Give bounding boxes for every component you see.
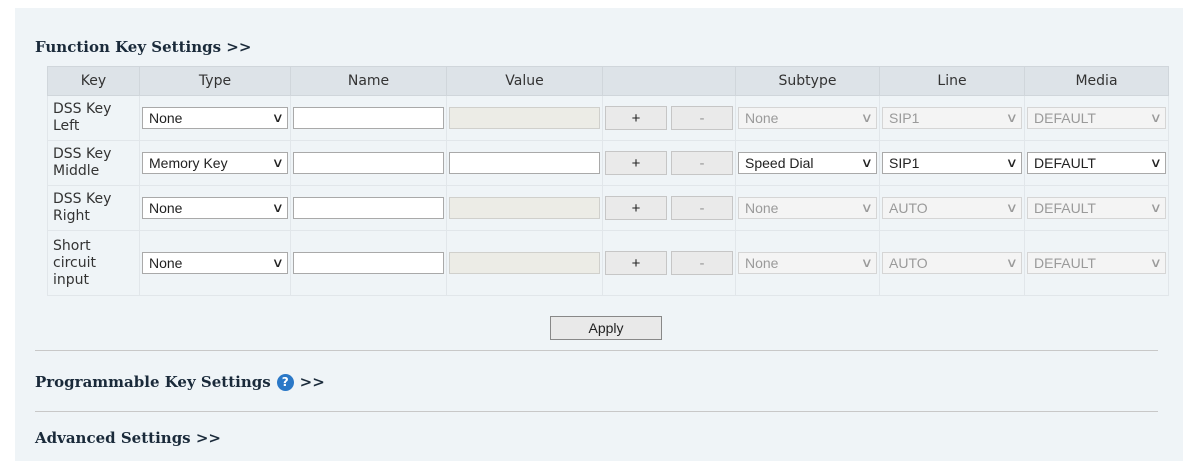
table-row: DSS Key Left None ∨ + - None ∨ SIP1 ∨ DE…: [47, 95, 1169, 141]
chevron-down-icon: ∨: [1006, 255, 1019, 270]
subtype-select[interactable]: Speed Dial ∨: [738, 152, 877, 174]
chevron-down-icon: ∨: [1006, 200, 1019, 215]
add-button[interactable]: +: [605, 196, 667, 220]
value-input[interactable]: [449, 152, 600, 174]
remove-button[interactable]: -: [671, 251, 733, 275]
header-actions: [602, 66, 736, 96]
value-input: [449, 252, 600, 274]
add-button[interactable]: +: [605, 106, 667, 130]
chevron-down-icon: ∨: [1150, 155, 1163, 170]
key-label: DSS Key Middle: [53, 146, 112, 179]
chevron-down-icon: ∨: [861, 255, 874, 270]
key-label: Short circuit input: [53, 237, 96, 288]
programmable-key-settings-title[interactable]: Programmable Key Settings ? >>: [35, 373, 325, 391]
chevron-down-icon: ∨: [272, 255, 285, 270]
chevron-down-icon: ∨: [1006, 155, 1019, 170]
name-input[interactable]: [293, 107, 444, 129]
subtype-select: None ∨: [738, 252, 877, 274]
table-row: DSS Key Middle Memory Key ∨ + - Speed Di…: [47, 140, 1169, 186]
add-button[interactable]: +: [605, 151, 667, 175]
line-select: AUTO ∨: [882, 252, 1022, 274]
remove-button[interactable]: -: [671, 106, 733, 130]
chevron-down-icon: ∨: [272, 110, 285, 125]
table-header-row: Key Type Name Value Subtype Line Media: [47, 66, 1169, 96]
header-type: Type: [139, 66, 291, 96]
line-select: SIP1 ∨: [882, 107, 1022, 129]
header-subtype: Subtype: [735, 66, 880, 96]
function-key-settings-title[interactable]: Function Key Settings >>: [35, 38, 251, 56]
key-label: DSS Key Left: [53, 101, 112, 134]
advanced-settings-title[interactable]: Advanced Settings >>: [35, 429, 221, 447]
header-key: Key: [47, 66, 140, 96]
key-label: DSS Key Right: [53, 191, 112, 224]
header-name: Name: [290, 66, 447, 96]
function-key-table: Key Type Name Value Subtype Line Media D…: [47, 66, 1169, 296]
chevron-down-icon: ∨: [861, 200, 874, 215]
chevron-down-icon: ∨: [861, 110, 874, 125]
chevron-down-icon: ∨: [1006, 110, 1019, 125]
header-media: Media: [1024, 66, 1169, 96]
chevron-down-icon: ∨: [861, 155, 874, 170]
header-line: Line: [879, 66, 1025, 96]
chevron-down-icon: ∨: [1150, 255, 1163, 270]
apply-button[interactable]: Apply: [550, 316, 662, 340]
name-input[interactable]: [293, 152, 444, 174]
chevron-down-icon: ∨: [1150, 110, 1163, 125]
media-select: DEFAULT ∨: [1027, 197, 1166, 219]
divider: [35, 350, 1158, 351]
subtype-select: None ∨: [738, 107, 877, 129]
type-select[interactable]: None ∨: [142, 197, 288, 219]
header-value: Value: [446, 66, 603, 96]
type-select[interactable]: Memory Key ∨: [142, 152, 288, 174]
line-select[interactable]: SIP1 ∨: [882, 152, 1022, 174]
type-select[interactable]: None ∨: [142, 107, 288, 129]
chevron-down-icon: ∨: [1150, 200, 1163, 215]
chevron-down-icon: ∨: [272, 155, 285, 170]
name-input[interactable]: [293, 197, 444, 219]
line-select: AUTO ∨: [882, 197, 1022, 219]
value-input: [449, 107, 600, 129]
remove-button[interactable]: -: [671, 151, 733, 175]
media-select: DEFAULT ∨: [1027, 107, 1166, 129]
remove-button[interactable]: -: [671, 196, 733, 220]
question-circle-icon[interactable]: ?: [276, 373, 294, 391]
chevron-down-icon: ∨: [272, 200, 285, 215]
value-input: [449, 197, 600, 219]
divider: [35, 411, 1158, 412]
media-select[interactable]: DEFAULT ∨: [1027, 152, 1166, 174]
name-input[interactable]: [293, 252, 444, 274]
type-select[interactable]: None ∨: [142, 252, 288, 274]
subtype-select: None ∨: [738, 197, 877, 219]
media-select: DEFAULT ∨: [1027, 252, 1166, 274]
table-row: DSS Key Right None ∨ + - None ∨ AUTO ∨ D…: [47, 185, 1169, 231]
table-row: Short circuit input None ∨ + - None ∨ AU…: [47, 230, 1169, 296]
add-button[interactable]: +: [605, 251, 667, 275]
